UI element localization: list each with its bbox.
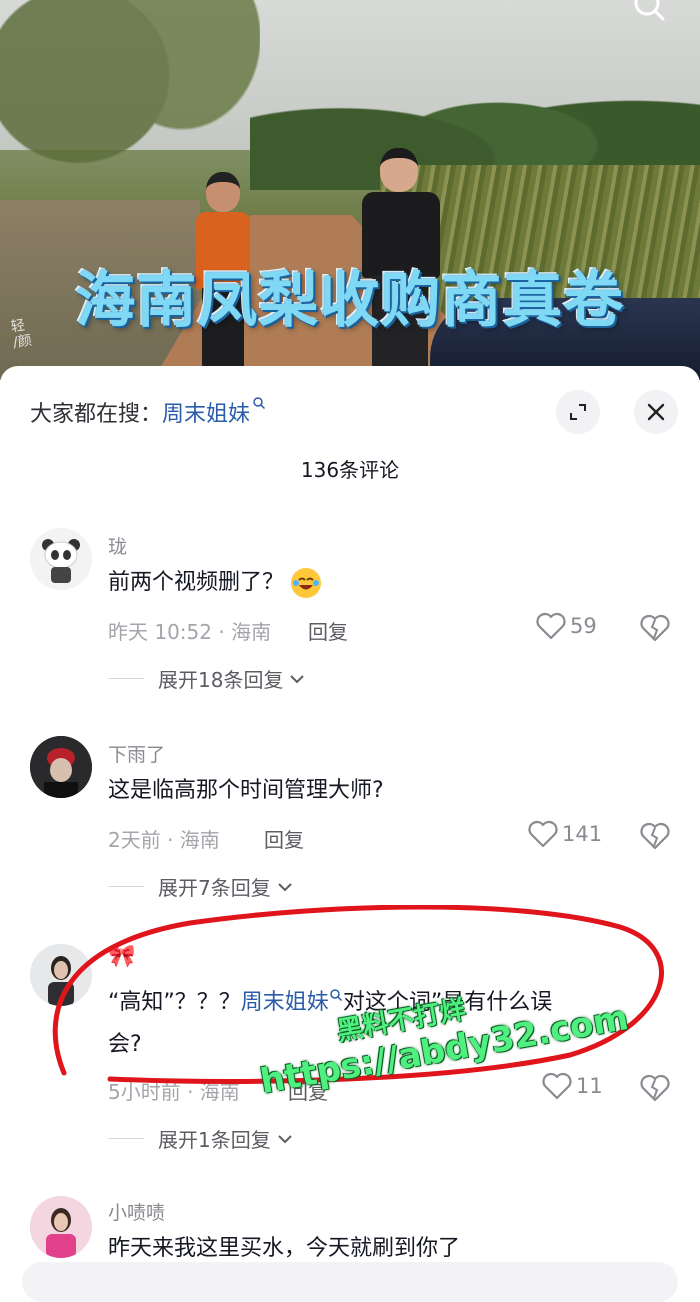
like-count: 11 xyxy=(576,1074,603,1098)
avatar[interactable] xyxy=(30,1196,92,1258)
comment-meta: 5小时前 · 海南 xyxy=(108,1080,240,1104)
like-button[interactable]: 11 xyxy=(542,1072,603,1100)
expand-replies-label: 展开7条回复 xyxy=(158,876,271,900)
reply-button[interactable]: 回复 xyxy=(288,1076,328,1105)
expand-replies[interactable]: 展开1条回复 xyxy=(108,1124,293,1153)
close-button[interactable] xyxy=(634,390,678,434)
like-button[interactable]: 59 xyxy=(536,612,597,640)
comment-nickname[interactable]: 下雨了 xyxy=(108,740,165,767)
search-icon xyxy=(253,397,266,410)
panda-avatar-icon xyxy=(30,528,92,590)
user-photo-icon xyxy=(30,1196,92,1258)
broken-heart-icon[interactable] xyxy=(640,1074,670,1102)
chevron-down-icon xyxy=(278,882,292,891)
comment-nickname[interactable]: 小啧啧 xyxy=(108,1198,165,1225)
comment-text-part: 会? xyxy=(108,1032,142,1057)
comment-text-part: 对这个词”是有什么误 xyxy=(342,990,553,1015)
video-player[interactable]: 海南凤梨收购商真卷 轻 /颜 xyxy=(0,0,700,380)
chevron-down-icon xyxy=(278,1134,292,1143)
expand-replies-label: 展开1条回复 xyxy=(158,1128,271,1152)
reply-button[interactable]: 回复 xyxy=(264,824,304,853)
comment-text: 前两个视频删了？ xyxy=(108,562,668,604)
expand-icon xyxy=(570,404,586,420)
search-link[interactable]: 周末姐妹 xyxy=(241,990,329,1015)
avatar[interactable] xyxy=(30,736,92,798)
comment-text-part: “高知”？？？ xyxy=(108,990,241,1015)
chevron-down-icon xyxy=(290,674,305,683)
search-icon xyxy=(330,989,342,1002)
laughing-emoji-icon xyxy=(291,568,322,598)
video-caption-title: 海南凤梨收购商真卷 xyxy=(75,266,625,336)
heart-icon xyxy=(536,612,566,640)
user-photo-icon xyxy=(30,944,92,1006)
comment-meta: 昨天 10:52 · 海南 xyxy=(108,620,272,644)
expand-sheet-button[interactable] xyxy=(556,390,600,434)
search-icon[interactable] xyxy=(632,0,666,22)
divider xyxy=(108,1138,144,1139)
comment-count: 136条评论 xyxy=(300,458,400,482)
heart-icon xyxy=(528,820,558,848)
comment-nickname[interactable]: 🎀 xyxy=(108,944,135,969)
search-suggestion: 大家都在搜：周末姐妹 xyxy=(30,396,266,428)
expand-replies-label: 展开18条回复 xyxy=(158,668,284,692)
broken-heart-icon[interactable] xyxy=(640,614,670,642)
comment-text: “高知”？？？周末姐妹 对这个词”是有什么误 会? xyxy=(108,982,668,1066)
avatar[interactable] xyxy=(30,944,92,1006)
avatar[interactable] xyxy=(30,528,92,590)
suggestion-prefix: 大家都在搜： xyxy=(30,402,163,427)
suggestion-link[interactable]: 周末姐妹 xyxy=(162,402,250,427)
divider xyxy=(108,886,144,887)
expand-replies[interactable]: 展开18条回复 xyxy=(108,664,305,693)
expand-replies[interactable]: 展开7条回复 xyxy=(108,872,293,901)
like-count: 141 xyxy=(562,822,603,846)
like-count: 59 xyxy=(570,614,597,638)
broken-heart-icon[interactable] xyxy=(640,822,670,850)
comment-nickname[interactable]: 珑 xyxy=(108,532,127,559)
heart-icon xyxy=(542,1072,572,1100)
divider xyxy=(108,678,144,679)
comment-meta: 2天前 · 海南 xyxy=(108,828,220,852)
comment-input-bar[interactable] xyxy=(22,1262,678,1302)
comment-text-body: 前两个视频删了？ xyxy=(108,570,285,595)
reply-button[interactable]: 回复 xyxy=(308,616,348,645)
like-button[interactable]: 141 xyxy=(528,820,602,848)
comment-text: 这是临高那个时间管理大师? xyxy=(108,778,384,803)
user-photo-icon xyxy=(30,736,92,798)
close-icon xyxy=(647,403,665,421)
